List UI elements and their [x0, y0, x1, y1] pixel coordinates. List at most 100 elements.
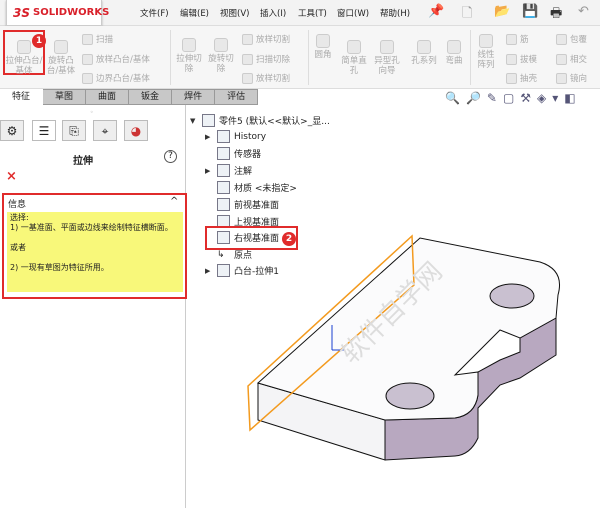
label: 弯曲 [445, 56, 463, 66]
cancel-icon[interactable]: × [6, 169, 17, 184]
open-file-icon[interactable]: 📂 [494, 4, 510, 19]
new-file-icon[interactable]: 🗋 [462, 4, 472, 26]
menu-file[interactable]: 文件(F) [140, 7, 169, 19]
label: 拉伸切除 [176, 54, 202, 74]
label: 孔系列 [411, 56, 437, 66]
view-toolbar[interactable]: 🔍🔎✎▢⚒◈▾◧ [445, 91, 582, 105]
flex-button[interactable]: 弯曲 [442, 40, 466, 66]
tree-item-right-plane[interactable]: 右视基准面 [205, 231, 279, 244]
tab-features[interactable]: 特征 [0, 89, 44, 105]
extrude-boss-button[interactable]: 拉伸凸台/基体 [5, 40, 43, 76]
label: 镜向 [570, 74, 588, 84]
logo-text: SOLIDWORKS [33, 7, 110, 18]
revolve-cut-button[interactable]: 旋转切除 [207, 38, 235, 74]
annotation-icon [217, 164, 230, 177]
sensor-icon [217, 147, 230, 160]
loft-boss-button[interactable]: 放样凸台/基体 [82, 53, 150, 65]
hole-series-button[interactable]: 孔系列 [408, 40, 440, 66]
panel-title: 拉伸 [73, 156, 93, 167]
tree-item-sensors[interactable]: 传感器 [205, 147, 261, 160]
splitter-handle[interactable]: ◦ [90, 109, 94, 116]
label: 扫描 [96, 35, 114, 45]
part-icon [202, 114, 215, 127]
label: 圆角 [314, 50, 332, 60]
revolve-boss-button[interactable]: 旋转凸台/基体 [45, 40, 77, 76]
menu-window[interactable]: 窗口(W) [337, 7, 369, 19]
label: 拉伸凸台/基体 [5, 56, 43, 76]
sweep-button[interactable]: 扫描 [82, 33, 113, 45]
sweep-cut-button[interactable]: 扫描切除 [242, 53, 290, 65]
undo-icon[interactable]: ↶ [578, 4, 589, 19]
label: 放样切割 [256, 35, 291, 45]
simple-hole-button[interactable]: 简单直孔 [340, 40, 368, 76]
label: 放样凸台/基体 [96, 55, 150, 65]
menu-help[interactable]: 帮助(H) [380, 7, 410, 19]
mirror-button[interactable]: 镜向 [556, 72, 587, 84]
step-badge-2: 2 [282, 232, 296, 246]
label: 筋 [520, 35, 529, 45]
tree-item-material[interactable]: 材质 <未指定> [205, 181, 297, 194]
tab-sheet-metal[interactable]: 钣金 [129, 89, 173, 105]
info-line: 选择: [10, 213, 29, 222]
command-tabs: 特征 草图 曲面 钣金 焊件 评估 [0, 89, 259, 105]
solidworks-logo[interactable]: 3S SOLIDWORKS [6, 0, 109, 26]
tree-item-annotations[interactable]: ▶ 注解 [205, 164, 252, 177]
loft-cut2-button[interactable]: 放样切割 [242, 72, 290, 84]
boundary-boss-button[interactable]: 边界凸台/基体 [82, 72, 150, 84]
property-manager: ◦ ⚙ ☰ ⎘ ⌖ ◕ 拉伸 ? × 信息 ^ 选择: 1) 一基准面、平面或边… [0, 105, 187, 508]
help-icon[interactable]: ? [164, 150, 177, 163]
tab-sketch[interactable]: 草图 [43, 89, 87, 105]
tree-root[interactable]: ▼ 零件5 (默认<<默认>_显... [190, 114, 330, 127]
tree-item-history[interactable]: ▶ History [205, 130, 266, 143]
tab-weldments[interactable]: 焊件 [172, 89, 216, 105]
shell-button[interactable]: 抽壳 [506, 72, 537, 84]
dimxpert-tab-icon[interactable]: ⌖ [93, 120, 117, 141]
save-icon[interactable]: 💾 [522, 4, 538, 19]
info-line [10, 253, 180, 263]
feature-ribbon: 1 拉伸凸台/基体 旋转凸台/基体 扫描 放样凸台/基体 边界凸台/基体 拉伸切… [0, 26, 600, 89]
fillet-button[interactable]: 圆角 [312, 34, 334, 60]
label: 抽壳 [520, 74, 538, 84]
label: 放样切割 [256, 74, 291, 84]
label: 线性阵列 [477, 50, 495, 70]
feature-manager-tab-icon[interactable]: ⚙ [0, 120, 24, 141]
label: History [234, 131, 267, 142]
label: 相交 [570, 55, 588, 65]
info-line [10, 233, 180, 243]
label: 旋转凸台/基体 [46, 56, 76, 76]
label: 零件5 (默认<<默认>_显... [219, 117, 330, 127]
menu-edit[interactable]: 编辑(E) [180, 7, 209, 19]
label: 拔模 [520, 55, 538, 65]
tree-item-front-plane[interactable]: 前视基准面 [205, 198, 279, 211]
display-manager-tab-icon[interactable]: ◕ [124, 120, 148, 141]
info-section: 信息 ^ 选择: 1) 一基准面、平面或边线来绘制特征横断面。 或者 2) 一现… [2, 193, 187, 299]
label: 材质 <未指定> [234, 184, 297, 194]
info-line: 或者 [10, 243, 26, 252]
loft-cut-button[interactable]: 放样切割 [242, 33, 290, 45]
label: 包覆 [570, 35, 588, 45]
draft-button[interactable]: 拔模 [506, 53, 537, 65]
property-manager-tab-icon[interactable]: ☰ [32, 120, 56, 141]
collapse-icon[interactable]: ^ [170, 196, 178, 207]
divider [308, 30, 309, 85]
label: 异型孔向导 [374, 56, 400, 76]
rib-button[interactable]: 筋 [506, 33, 529, 45]
print-icon[interactable]: 🖶 [550, 4, 562, 26]
pin-icon[interactable]: 📌 [428, 4, 444, 19]
tree-item-boss-extrude1[interactable]: ▶ 凸台-拉伸1 [205, 264, 279, 277]
wrap-button[interactable]: 包覆 [556, 33, 587, 45]
linear-pattern-button[interactable]: 线性阵列 [474, 34, 498, 70]
extrude-cut-button[interactable]: 拉伸切除 [175, 38, 203, 74]
origin-icon: ↳ [217, 249, 225, 260]
menu-tools[interactable]: 工具(T) [298, 7, 327, 19]
tab-evaluate[interactable]: 评估 [215, 89, 259, 105]
intersect-button[interactable]: 相交 [556, 53, 587, 65]
tree-item-origin[interactable]: ↳ 原点 [205, 248, 252, 262]
hole-wizard-button[interactable]: 异型孔向导 [372, 40, 402, 76]
configuration-manager-tab-icon[interactable]: ⎘ [62, 120, 86, 141]
menu-view[interactable]: 视图(V) [220, 7, 249, 19]
tab-surfaces[interactable]: 曲面 [86, 89, 130, 105]
hole-back [489, 283, 535, 309]
menu-insert[interactable]: 插入(I) [260, 7, 286, 19]
label: 右视基准面 [234, 234, 280, 244]
